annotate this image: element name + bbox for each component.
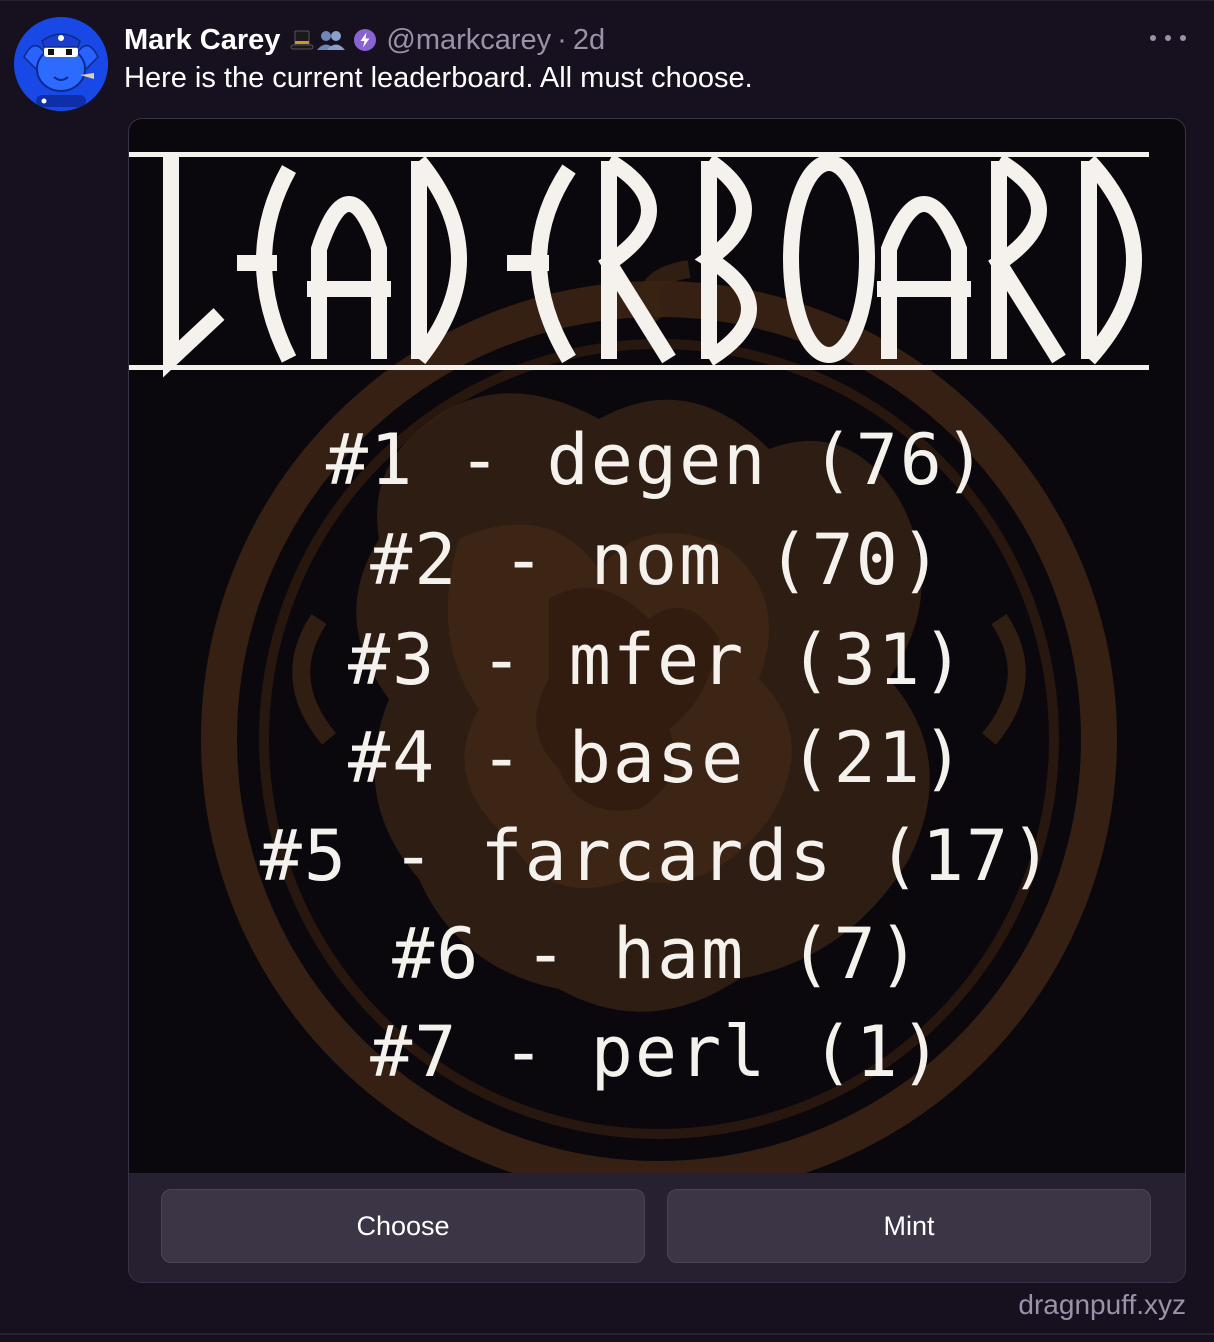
people-icon xyxy=(317,31,346,50)
divider-top xyxy=(0,0,1214,1)
leaderboard-row-5: #5 - farcards (17) xyxy=(259,815,1055,897)
more-options-button[interactable] xyxy=(1150,26,1186,50)
frame-domain-link[interactable]: dragnpuff.xyz xyxy=(1018,1289,1186,1321)
author-handle[interactable]: @markcarey xyxy=(386,24,551,57)
author-name[interactable]: Mark Carey xyxy=(124,24,280,57)
leaderboard-row-3: #3 - mfer (31) xyxy=(347,619,966,701)
mint-button[interactable]: Mint xyxy=(667,1189,1151,1263)
leaderboard-row-1: #1 - degen (76) xyxy=(325,419,989,501)
power-badge-icon xyxy=(354,29,377,51)
leaderboard-row-2: #2 - nom (70) xyxy=(370,519,944,601)
frame-image[interactable]: #1 - degen (76) #2 - nom (70) #3 - mfer … xyxy=(129,119,1185,1173)
leaderboard-row-6: #6 - ham (7) xyxy=(392,913,922,995)
tophat-icon xyxy=(290,30,314,50)
dragon-avatar-icon xyxy=(14,17,108,111)
leaderboard-row-4: #4 - base (21) xyxy=(347,717,966,799)
post-header: Mark Carey @markcarey · 2d xyxy=(124,20,605,60)
frame-card: #1 - degen (76) #2 - nom (70) #3 - mfer … xyxy=(128,118,1186,1283)
emoji-badges xyxy=(290,29,346,51)
frame-button-bar: Choose Mint xyxy=(129,1173,1185,1282)
separator: · xyxy=(557,23,567,56)
post-text: Here is the current leaderboard. All mus… xyxy=(124,62,753,94)
leaderboard-title-image xyxy=(129,152,1149,378)
avatar[interactable] xyxy=(14,17,108,111)
divider-bottom xyxy=(0,1333,1214,1335)
cast-post: Mark Carey @markcarey · 2d Here is the c… xyxy=(0,0,1214,1342)
more-dot-icon xyxy=(1180,35,1186,41)
timestamp[interactable]: 2d xyxy=(573,24,605,57)
leaderboard-row-7: #7 - perl (1) xyxy=(370,1011,944,1093)
more-dot-icon xyxy=(1150,35,1156,41)
more-dot-icon xyxy=(1165,35,1171,41)
choose-button[interactable]: Choose xyxy=(161,1189,645,1263)
